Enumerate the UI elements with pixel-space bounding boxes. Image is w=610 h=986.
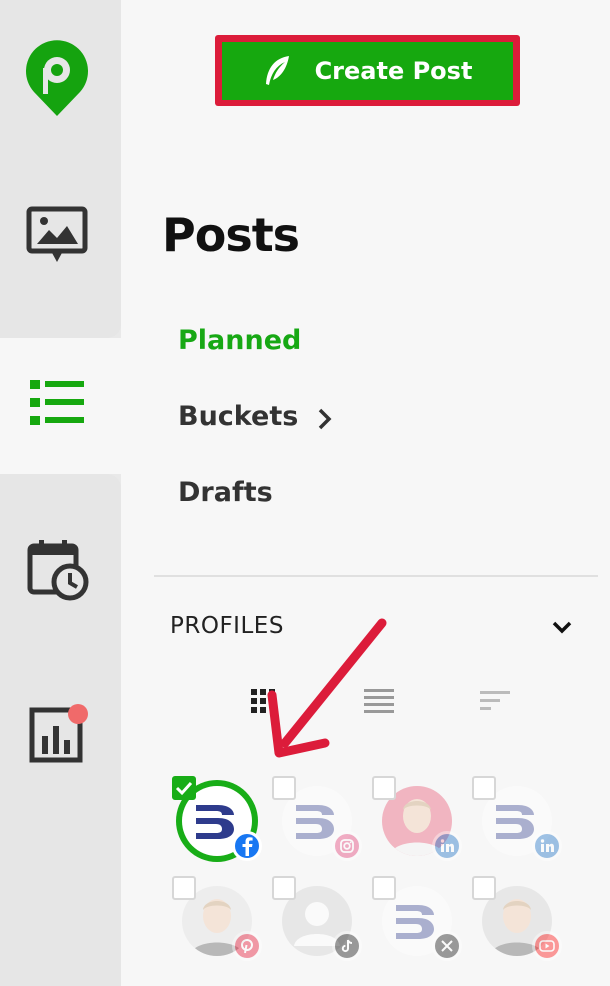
profile-checkbox[interactable] <box>272 876 296 900</box>
posts-list-icon[interactable] <box>28 378 86 428</box>
company-logo-icon <box>296 805 334 839</box>
tiktok-icon <box>332 931 362 961</box>
calendar-clock-icon[interactable] <box>26 538 90 602</box>
sort-view-icon <box>480 691 510 710</box>
profile-card[interactable] <box>172 776 262 861</box>
profile-card[interactable] <box>172 876 262 961</box>
youtube-icon <box>532 931 562 961</box>
list-view-icon <box>364 689 394 713</box>
profile-checkbox[interactable] <box>272 776 296 800</box>
company-logo-icon <box>196 805 234 839</box>
checkmark-icon <box>175 781 193 796</box>
profile-card[interactable] <box>472 776 562 861</box>
profile-card[interactable] <box>272 876 362 961</box>
nav-buckets[interactable]: Buckets <box>178 401 298 432</box>
media-library-icon[interactable] <box>26 206 88 266</box>
chevron-right-icon[interactable] <box>316 407 334 431</box>
sort-view-button[interactable] <box>478 686 512 716</box>
left-rail <box>0 0 121 986</box>
company-logo-icon <box>396 905 434 939</box>
create-post-button-inner: Create Post <box>222 41 513 100</box>
linkedin-icon <box>432 831 462 861</box>
x-icon <box>432 931 462 961</box>
profile-card[interactable] <box>372 876 462 961</box>
profile-checkbox[interactable] <box>372 776 396 800</box>
grid-view-button[interactable] <box>246 686 280 716</box>
linkedin-icon <box>532 831 562 861</box>
page-title: Posts <box>162 208 300 262</box>
grid-view-icon <box>251 689 275 713</box>
company-logo-icon <box>496 805 534 839</box>
profile-card[interactable] <box>372 776 462 861</box>
profile-checkbox[interactable] <box>172 776 196 800</box>
create-post-button[interactable]: Create Post <box>215 35 520 106</box>
feather-icon <box>265 55 289 85</box>
brand-logo-icon[interactable] <box>24 38 90 118</box>
pinterest-icon <box>232 931 262 961</box>
profile-checkbox[interactable] <box>472 776 496 800</box>
profile-card[interactable] <box>272 776 362 861</box>
profile-checkbox[interactable] <box>472 876 496 900</box>
profile-checkbox[interactable] <box>372 876 396 900</box>
nav-planned[interactable]: Planned <box>178 325 301 356</box>
facebook-icon <box>232 831 262 861</box>
create-post-label: Create Post <box>314 56 473 85</box>
profile-card[interactable] <box>472 876 562 961</box>
chevron-down-icon[interactable] <box>550 618 574 636</box>
notification-dot <box>68 704 88 724</box>
profiles-heading: PROFILES <box>170 613 284 639</box>
instagram-icon <box>332 831 362 861</box>
list-view-button[interactable] <box>362 686 396 716</box>
profile-checkbox[interactable] <box>172 876 196 900</box>
divider <box>154 575 598 577</box>
nav-drafts[interactable]: Drafts <box>178 477 273 508</box>
